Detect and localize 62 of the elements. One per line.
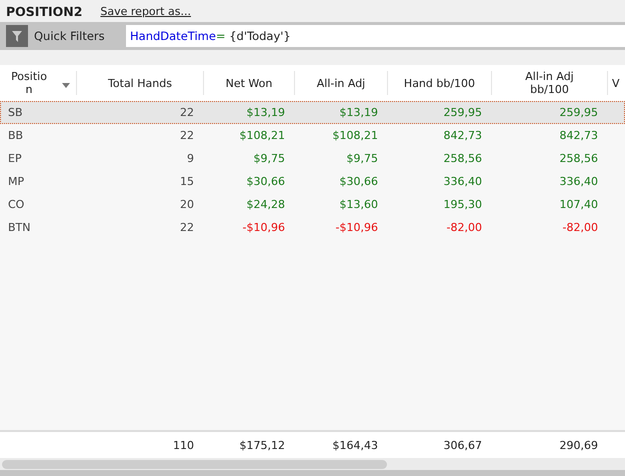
table-cell-text: $9,75 (346, 152, 379, 165)
table-cell-text: MP (7, 175, 26, 188)
table-row[interactable]: MP 15 $30,66 $30,66 336,40 336,40 (0, 170, 625, 193)
table-cell-text: $24,28 (246, 198, 286, 211)
column-header[interactable]: All-in Adj (295, 71, 388, 95)
table-cell-text: $9,75 (252, 152, 286, 165)
table-cell-text: $30,66 (338, 175, 379, 188)
total-cell-text: 306,67 (442, 438, 483, 452)
table-cell-text: -$10,96 (242, 221, 286, 234)
column-header[interactable]: Position (0, 71, 77, 95)
table-cell-text: 842,73 (442, 129, 483, 142)
table-cell-text: 259,95 (442, 106, 483, 119)
table-cell-text: -$10,96 (334, 221, 379, 234)
table-cell-text: EP (7, 152, 23, 165)
table-row[interactable]: SB 22 $13,19 $13,19 259,95 259,95 (0, 101, 625, 124)
table-cell-text: SB (7, 106, 24, 119)
table-cell-text: 336,40 (558, 175, 599, 188)
table-cell-text: 258,56 (442, 152, 483, 165)
table-cell-text: 22 (179, 106, 195, 119)
total-cell-text: $175,12 (238, 438, 286, 452)
table-cell-text: $108,21 (332, 129, 379, 142)
report-title: POSITION2 (6, 4, 82, 18)
column-header[interactable]: Net Won (204, 71, 295, 95)
table-cell-text: -82,00 (446, 221, 483, 234)
filter-input-field[interactable]: HandDateTime= {d'Today'} (126, 25, 625, 47)
quick-filters-label: Quick Filters (34, 29, 106, 43)
table-cell-text: BTN (7, 221, 32, 234)
table-cell-text: 336,40 (442, 175, 483, 188)
table-cell-text: CO (7, 198, 26, 211)
total-cell-text: 290,69 (558, 438, 599, 452)
table-row[interactable]: CO 20 $24,28 $13,60 195,30 107,40 (0, 193, 625, 216)
column-header[interactable]: All-in Adj bb/100 (492, 71, 608, 95)
column-header[interactable]: Total Hands (77, 71, 204, 95)
table-cell-text: $13,60 (338, 198, 379, 211)
scrollbar-thumb[interactable] (2, 460, 387, 468)
table-cell-text: 22 (179, 129, 195, 142)
table-cell-text: $108,21 (238, 129, 286, 142)
table-row[interactable]: BTN 22 -$10,96 -$10,96 -82,00 -82,00 (0, 216, 625, 239)
table-cell-text: 20 (179, 198, 195, 211)
table-cell-text: 22 (179, 221, 195, 234)
table-cell-text: BB (7, 129, 24, 142)
column-header[interactable]: Hand bb/100 (388, 71, 492, 95)
total-cell-text: 110 (172, 438, 195, 452)
table-cell-text: 195,30 (442, 198, 483, 211)
table-cell-text: 107,40 (558, 198, 599, 211)
table-cell-text: 9 (186, 152, 195, 165)
filter-button[interactable] (6, 25, 28, 47)
table-cell-text: $13,19 (246, 106, 286, 119)
save-report-link[interactable]: Save report as... (100, 4, 191, 18)
table-cell-text: 259,95 (558, 106, 599, 119)
table-row[interactable]: EP 9 $9,75 $9,75 258,56 258,56 (0, 147, 625, 170)
sort-caret-icon (62, 83, 70, 88)
table-cell-text: 842,73 (558, 129, 599, 142)
filter-icon (12, 30, 22, 42)
table-cell-text: $30,66 (246, 175, 286, 188)
table-cell-text: 258,56 (558, 152, 599, 165)
table-cell-text: $13,19 (338, 106, 379, 119)
table-row[interactable]: BB 22 $108,21 $108,21 842,73 842,73 (0, 124, 625, 147)
table-cell-text: 15 (179, 175, 195, 188)
column-header[interactable]: V (608, 71, 625, 95)
table-cell-text: -82,00 (562, 221, 599, 234)
total-cell-text: $164,43 (332, 438, 379, 452)
